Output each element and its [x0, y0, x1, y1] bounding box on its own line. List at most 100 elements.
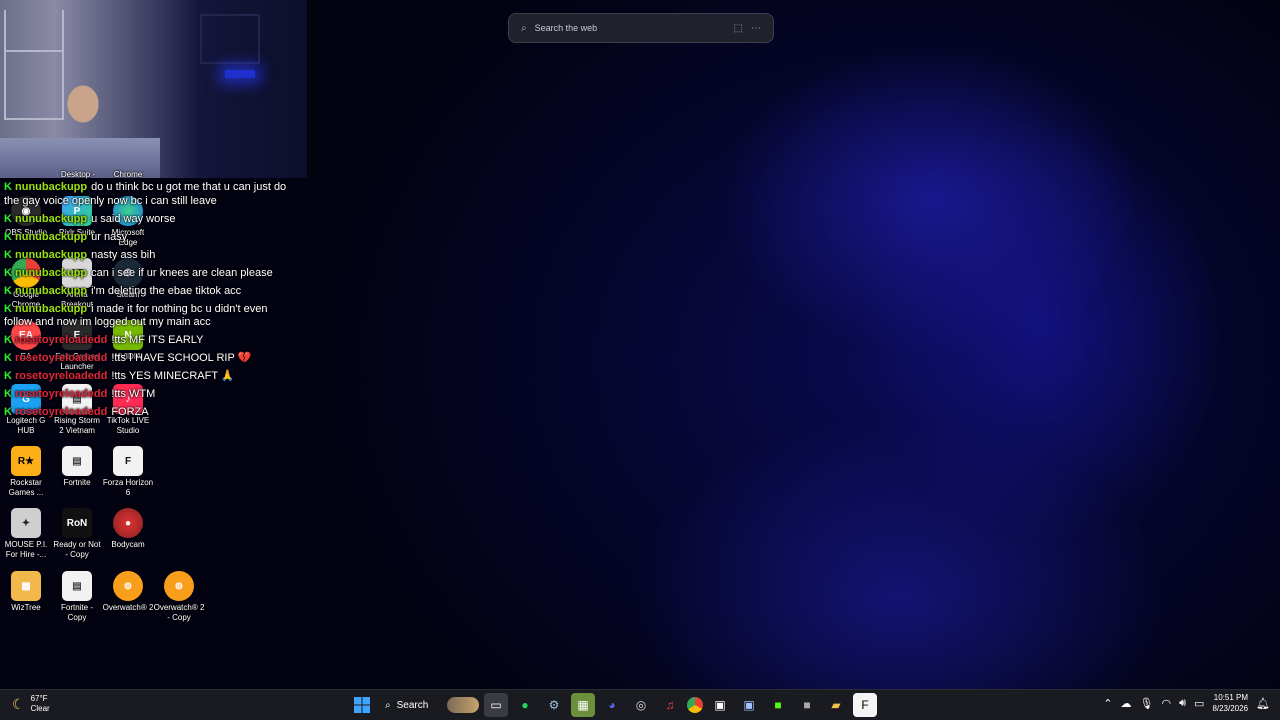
music-icon[interactable]: ♫ — [658, 693, 682, 717]
kick-badge-icon: K — [4, 266, 12, 279]
web-search-placeholder: Search the web — [534, 23, 598, 33]
desktop-icon-mouse-pi[interactable]: ✦ MOUSE P.I. For Hire -... — [0, 508, 52, 560]
desktop-icon-wiztree[interactable]: ▦ WizTree — [0, 571, 52, 613]
chat-username: nunubackupp — [15, 266, 88, 279]
chat-message: Knunubackupp can i see if ur knees are cl… — [4, 267, 294, 281]
file-explorer-icon[interactable]: ▰ — [824, 693, 848, 717]
weather-desc: Clear — [30, 704, 50, 713]
clock[interactable]: 10:51 PM 8/23/2026 — [1212, 692, 1248, 714]
search-highlight-icon — [447, 697, 479, 713]
chat-username: nunubackupp — [15, 284, 88, 297]
kick-badge-icon: K — [4, 352, 12, 364]
volume-icon[interactable]: 🔊︎ — [1179, 697, 1186, 710]
system-tray: ⌃ ☁ 🎙︎ ◠ 🔊︎ ▭ 10:51 PM 8/23/2026 🔔︎ — [1103, 692, 1270, 714]
chat-message: Knunubackupp do u think bc u got me that … — [4, 181, 294, 208]
chat-message: Knunubackupp i made it for nothing bc u d… — [4, 303, 294, 330]
kick-badge-icon: K — [4, 212, 12, 225]
taskbar-apps: ⌕ Search ▭ ● ⚙ ▦ ◕ ◎ ♫ ▣ ▣ ■ ■ ▰ F — [350, 693, 877, 717]
desktop-icon-rockstar-games[interactable]: R★ Rockstar Games ... — [0, 446, 52, 498]
chat-message: Knunubackupp u said way worse — [4, 213, 294, 227]
kick-badge-icon: K — [4, 181, 12, 193]
desktop-icon-forza-horizon-6[interactable]: F Forza Horizon 6 — [102, 446, 154, 498]
task-view-icon[interactable]: ▭ — [484, 693, 508, 717]
cloud-icon[interactable]: ☁ — [1121, 697, 1132, 710]
desktop-icon-bodycam[interactable]: ● Bodycam — [102, 508, 154, 550]
spotify-icon[interactable]: ● — [513, 693, 537, 717]
overwatch-icon: ⊚ — [113, 571, 143, 601]
taskbar-search[interactable]: ⌕ Search — [379, 693, 479, 717]
chat-message: Krosetoyreloadedd !tts YES MINECRAFT 🙏 — [4, 370, 294, 384]
desktop-icon-fortnite[interactable]: ▤ Fortnite — [51, 446, 103, 488]
visual-search-icon[interactable]: ⬚ — [734, 23, 743, 34]
chat-username: nunubackupp — [15, 212, 88, 225]
minecraft-icon[interactable]: ▦ — [571, 693, 595, 717]
clock-time: 10:51 PM — [1213, 693, 1249, 702]
more-options-icon[interactable]: ⋯ — [751, 23, 761, 34]
webcam-overlay — [0, 0, 307, 178]
desktop-icon-ready-or-not[interactable]: RoN Ready or Not - Copy — [51, 508, 103, 560]
ready-or-not-icon: RoN — [62, 508, 92, 538]
webcam-window — [200, 14, 260, 64]
chat-message: Krosetoyreloadedd FORZA — [4, 406, 294, 420]
chevron-up-icon[interactable]: ⌃ — [1103, 697, 1112, 710]
kick-badge-icon: K — [4, 248, 12, 261]
app-window-2-icon[interactable]: ▣ — [737, 693, 761, 717]
desktop-icon-overwatch-2-copy[interactable]: ⊚ Overwatch® 2 - Copy — [153, 571, 205, 623]
app-gray-icon[interactable]: ■ — [795, 693, 819, 717]
wiztree-icon: ▦ — [11, 571, 41, 601]
search-icon: ⌕ — [521, 22, 527, 34]
chat-username: nunubackupp — [15, 230, 88, 243]
chat-message: Krosetoyreloadedd !tts I HAVE SCHOOL RIP … — [4, 352, 294, 366]
chat-text: ur nasy — [91, 230, 128, 243]
chat-username: nunubackupp — [15, 248, 88, 261]
desktop-icon-label: Desktop - — [60, 170, 96, 179]
microphone-icon[interactable]: 🎙︎ — [1140, 697, 1154, 710]
chat-text: u said way worse — [91, 212, 176, 225]
chat-username: rosetoyreloadedd — [15, 370, 108, 382]
discord-icon[interactable]: ◕ — [600, 693, 624, 717]
weather-widget[interactable]: ☾ 67°F Clear — [12, 694, 50, 714]
chat-message: Krosetoyreloadedd !tts WTM — [4, 388, 294, 402]
kick-badge-icon: K — [4, 334, 12, 346]
wifi-icon[interactable]: ◠ — [1161, 697, 1171, 710]
obs-taskbar-icon[interactable]: ◎ — [629, 693, 653, 717]
search-icon: ⌕ — [385, 699, 391, 711]
kick-app-icon[interactable]: ■ — [766, 693, 790, 717]
kick-badge-icon: K — [4, 230, 12, 243]
desktop-icon-label: WizTree — [11, 603, 41, 612]
desktop-icon-chrome-shortcut[interactable]: Chrome — [102, 170, 154, 180]
web-search-box[interactable]: ⌕ Search the web ⬚ ⋯ — [508, 13, 774, 43]
desktop-icon-label: Rockstar Games ... — [8, 478, 44, 497]
notification-icon[interactable]: 🔔︎ — [1256, 697, 1270, 710]
desktop-icon-label: Fortnite - Copy — [60, 603, 93, 622]
taskbar: ☾ 67°F Clear ⌕ Search ▭ ● ⚙ ▦ ◕ ◎ ♫ ▣ ▣ … — [0, 689, 1280, 720]
battery-icon[interactable]: ▭ — [1194, 697, 1204, 710]
chat-text: !tts WTM — [111, 388, 156, 400]
desktop-icon-overwatch-2[interactable]: ⊚ Overwatch® 2 — [102, 571, 154, 613]
file-icon: ▤ — [62, 571, 92, 601]
desktop-icon-label: Chrome — [113, 170, 143, 179]
chat-username: nunubackupp — [15, 302, 88, 315]
desktop-icon-label: Ready or Not - Copy — [53, 540, 101, 559]
kick-badge-icon: K — [4, 284, 12, 297]
start-button[interactable] — [350, 693, 374, 717]
webcam-lamp — [225, 70, 255, 78]
forza-taskbar-icon[interactable]: F — [853, 693, 877, 717]
kick-badge-icon: K — [4, 302, 12, 315]
chat-text: nasty ass bih — [91, 248, 156, 261]
steam-taskbar-icon[interactable]: ⚙ — [542, 693, 566, 717]
desktop-icon-desktop-shortcut[interactable]: Desktop - — [52, 170, 104, 180]
chat-text: i'm deleting the ebae tiktok acc — [91, 284, 242, 297]
bodycam-icon: ● — [113, 508, 143, 538]
chat-username: rosetoyreloadedd — [15, 334, 108, 346]
file-icon: ▤ — [62, 446, 92, 476]
desktop-icon-label: Bodycam — [111, 540, 145, 549]
chat-message: Krosetoyreloadedd !tts MF ITS EARLY — [4, 334, 294, 348]
chrome-taskbar-icon[interactable] — [687, 697, 703, 713]
desktop-icon-fortnite-copy[interactable]: ▤ Fortnite - Copy — [51, 571, 103, 623]
app-window-icon[interactable]: ▣ — [708, 693, 732, 717]
kick-badge-icon: K — [4, 370, 12, 382]
desktop-icon-label: Overwatch® 2 - Copy — [153, 603, 205, 622]
chat-text: FORZA — [111, 406, 149, 418]
kick-badge-icon: K — [4, 388, 12, 400]
